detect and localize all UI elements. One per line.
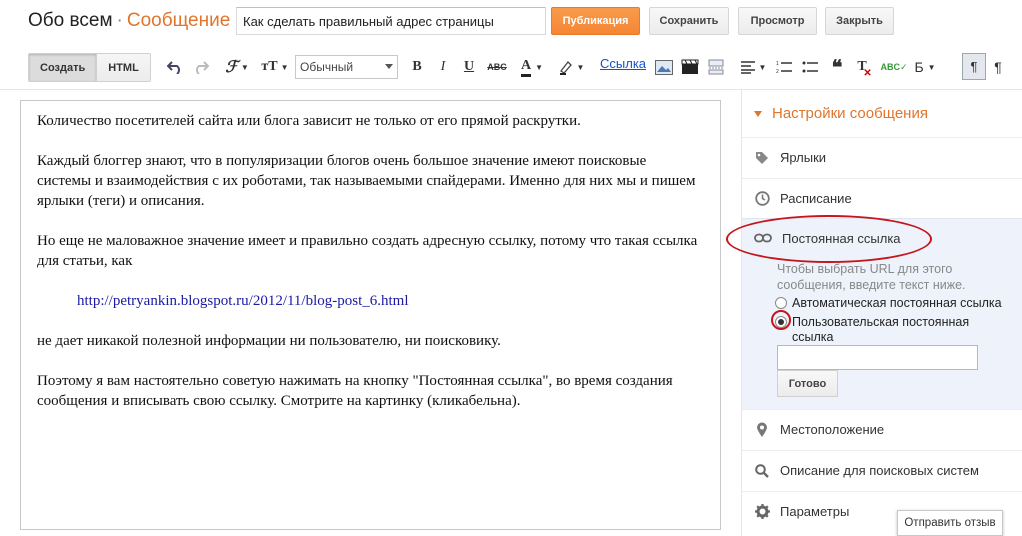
body-paragraph: Количество посетителей сайта или блога з…	[37, 113, 581, 129]
top-bar: Обо всем·Сообщение Публикация Сохранить …	[0, 0, 1022, 44]
breadcrumb-separator: ·	[116, 10, 123, 31]
undo-icon[interactable]	[166, 56, 184, 78]
post-settings-sidebar: Настройки сообщения Ярлыки Расписание По…	[741, 90, 1022, 536]
text-color-glyph: A	[520, 58, 532, 77]
body-paragraph: Но еще не маловажное значение имеет и пр…	[37, 233, 698, 269]
strikethrough-button[interactable]: ABC	[486, 56, 508, 78]
permalink-custom-option[interactable]: Пользовательская постоянная ссылка	[775, 315, 985, 345]
sidebar-item-label: Параметры	[780, 504, 850, 519]
sidebar-item-location[interactable]: Местоположение	[742, 409, 1022, 449]
font-family-icon[interactable]: ℱ ▼	[223, 56, 251, 78]
numbered-list-icon[interactable]: 12	[775, 56, 793, 78]
spellcheck-icon[interactable]: ABC✓	[880, 56, 907, 78]
mode-switch: Создать HTML	[28, 53, 151, 82]
video-icon[interactable]	[680, 56, 700, 78]
search-icon	[754, 463, 770, 479]
sidebar-item-label: Расписание	[780, 191, 852, 206]
quote-icon[interactable]: ❝	[828, 56, 846, 79]
text-color-icon[interactable]: A ▼	[516, 56, 548, 78]
body-paragraph: Поэтому я вам настоятельно советую нажим…	[37, 373, 673, 409]
redo-icon[interactable]	[192, 56, 210, 78]
highlight-icon[interactable]: ▼	[556, 56, 586, 78]
transliteration-glyph: Б	[914, 59, 924, 75]
permalink-hint: Чтобы выбрать URL для этого сообщения, в…	[777, 262, 966, 292]
auto-radio-label: Автоматическая постоянная ссылка	[792, 296, 1002, 310]
auto-radio[interactable]	[775, 297, 787, 309]
post-settings-header[interactable]: Настройки сообщения	[742, 90, 1022, 137]
blog-name[interactable]: Обо всем	[28, 10, 113, 31]
gear-icon	[754, 504, 770, 520]
jump-break-icon[interactable]	[706, 56, 726, 78]
ltr-icon[interactable]: ¶	[962, 53, 986, 80]
editor-toolbar: Создать HTML ℱ ▼ тT ▼ Обычный B I U ABC A ▼…	[0, 44, 1022, 90]
font-size-glyph: тT	[261, 59, 278, 74]
permalink-title: Постоянная ссылка	[782, 231, 901, 246]
bulleted-list-icon[interactable]	[801, 56, 819, 78]
svg-text:1: 1	[776, 61, 779, 67]
post-body-editor[interactable]: Количество посетителей сайта или блога з…	[20, 100, 721, 530]
save-button[interactable]: Сохранить	[649, 7, 729, 35]
link-icon	[754, 231, 772, 246]
body-paragraph: Каждый блоггер знают, что в популяризаци…	[37, 153, 696, 209]
expand-triangle-icon	[754, 110, 762, 117]
custom-radio-label: Пользовательская постоянная ссылка	[792, 315, 970, 344]
format-value: Обычный	[300, 60, 354, 74]
link-button[interactable]: Ссылка	[600, 56, 646, 71]
sidebar-item-labels[interactable]: Ярлыки	[742, 137, 1022, 177]
body-paragraph: не дает никакой полезной информации ни п…	[37, 333, 501, 349]
custom-permalink-input[interactable]	[777, 345, 978, 370]
sidebar-item-schedule[interactable]: Расписание	[742, 178, 1022, 218]
italic-button[interactable]: I	[435, 56, 451, 78]
post-title-input[interactable]	[236, 7, 546, 35]
paragraph-glyph: ¶	[970, 59, 978, 74]
permalink-auto-option[interactable]: Автоматическая постоянная ссылка	[775, 296, 1002, 311]
sidebar-item-label: Описание для поисковых систем	[780, 463, 979, 478]
close-button[interactable]: Закрыть	[825, 7, 894, 35]
svg-text:2: 2	[776, 69, 779, 74]
publish-button[interactable]: Публикация	[551, 7, 640, 35]
done-button[interactable]: Готово	[777, 370, 838, 397]
sidebar-item-label: Ярлыки	[780, 150, 827, 165]
breadcrumb: Обо всем · Сообщение	[28, 10, 230, 32]
align-icon[interactable]: ▼	[738, 56, 768, 78]
compose-mode-button[interactable]: Создать	[29, 54, 97, 81]
underline-button[interactable]: U	[461, 56, 477, 78]
image-icon[interactable]	[654, 56, 674, 78]
chevron-down-icon	[385, 64, 393, 69]
format-select[interactable]: Обычный	[295, 55, 398, 79]
transliteration-button[interactable]: Б ▼	[911, 56, 939, 78]
post-settings-title: Настройки сообщения	[772, 105, 928, 122]
sidebar-item-permalink[interactable]: Постоянная ссылка	[754, 231, 901, 246]
custom-radio[interactable]	[775, 316, 787, 328]
send-feedback-button[interactable]: Отправить отзыв	[897, 510, 1003, 536]
bold-button[interactable]: B	[409, 56, 425, 78]
page-type: Сообщение	[126, 10, 231, 31]
location-pin-icon	[754, 422, 770, 438]
sidebar-item-label: Местоположение	[780, 422, 885, 437]
font-size-icon[interactable]: тT ▼	[259, 56, 291, 78]
clear-format-icon[interactable]: T ✕	[853, 56, 871, 79]
rtl-icon[interactable]: ¶	[990, 56, 1006, 78]
clock-icon	[754, 191, 770, 207]
tag-icon	[754, 150, 770, 166]
example-url: http://petryankin.blogspot.ru/2012/11/bl…	[77, 293, 409, 309]
preview-button[interactable]: Просмотр	[738, 7, 817, 35]
sidebar-item-search-description[interactable]: Описание для поисковых систем	[742, 450, 1022, 490]
blogger-post-editor: Обо всем·Сообщение Публикация Сохранить …	[0, 0, 1022, 536]
html-mode-button[interactable]: HTML	[96, 54, 150, 81]
